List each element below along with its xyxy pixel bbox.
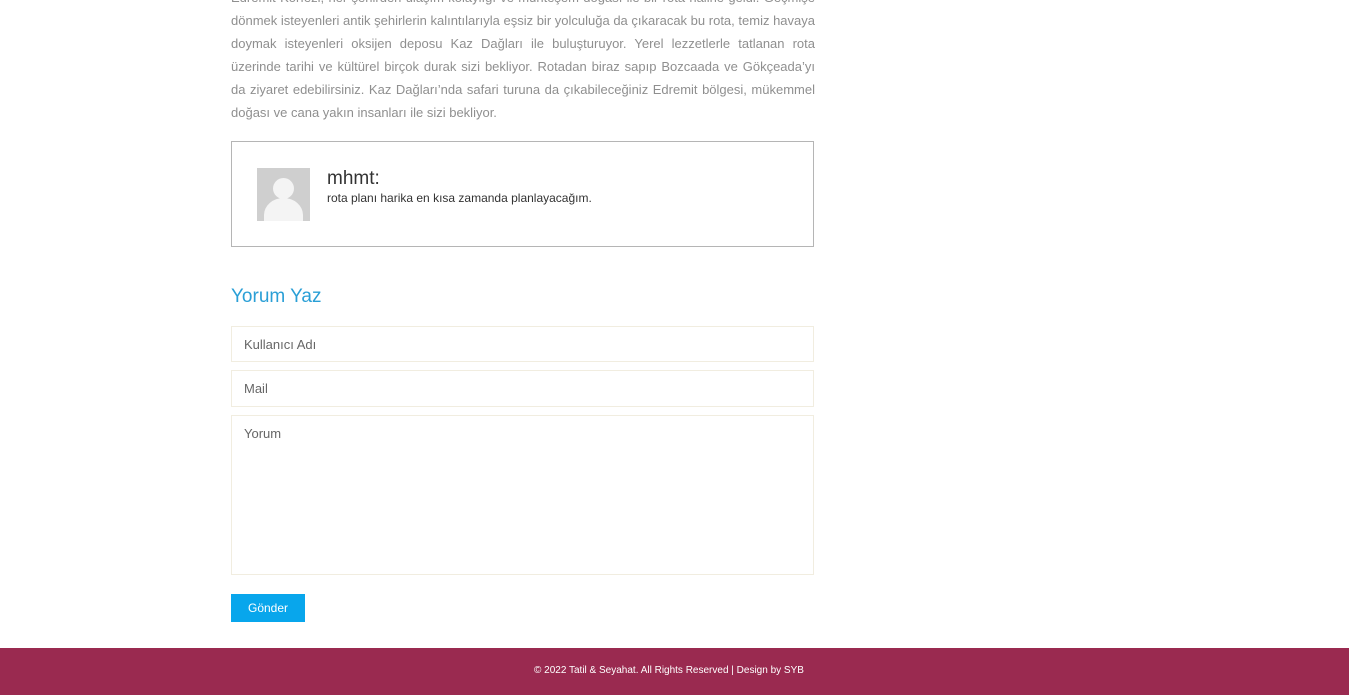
footer-copyright: © 2022 Tatil & Seyahat. All Rights Reser… xyxy=(534,665,804,676)
user-avatar-icon xyxy=(257,168,310,221)
footer: © 2022 Tatil & Seyahat. All Rights Reser… xyxy=(0,648,1349,695)
submit-button[interactable]: Gönder xyxy=(231,594,305,622)
comment-author: mhmt: xyxy=(327,168,380,189)
article-body: Edremit Körfezi, her şehirden ulaşım kol… xyxy=(231,0,815,120)
username-input[interactable] xyxy=(231,326,814,362)
mail-input[interactable] xyxy=(231,370,814,407)
comment-textarea[interactable] xyxy=(231,415,814,575)
comment-text: rota planı harika en kısa zamanda planla… xyxy=(327,191,592,205)
comment-card: mhmt: rota planı harika en kısa zamanda … xyxy=(231,141,814,247)
comment-form-title: Yorum Yaz xyxy=(231,286,322,307)
